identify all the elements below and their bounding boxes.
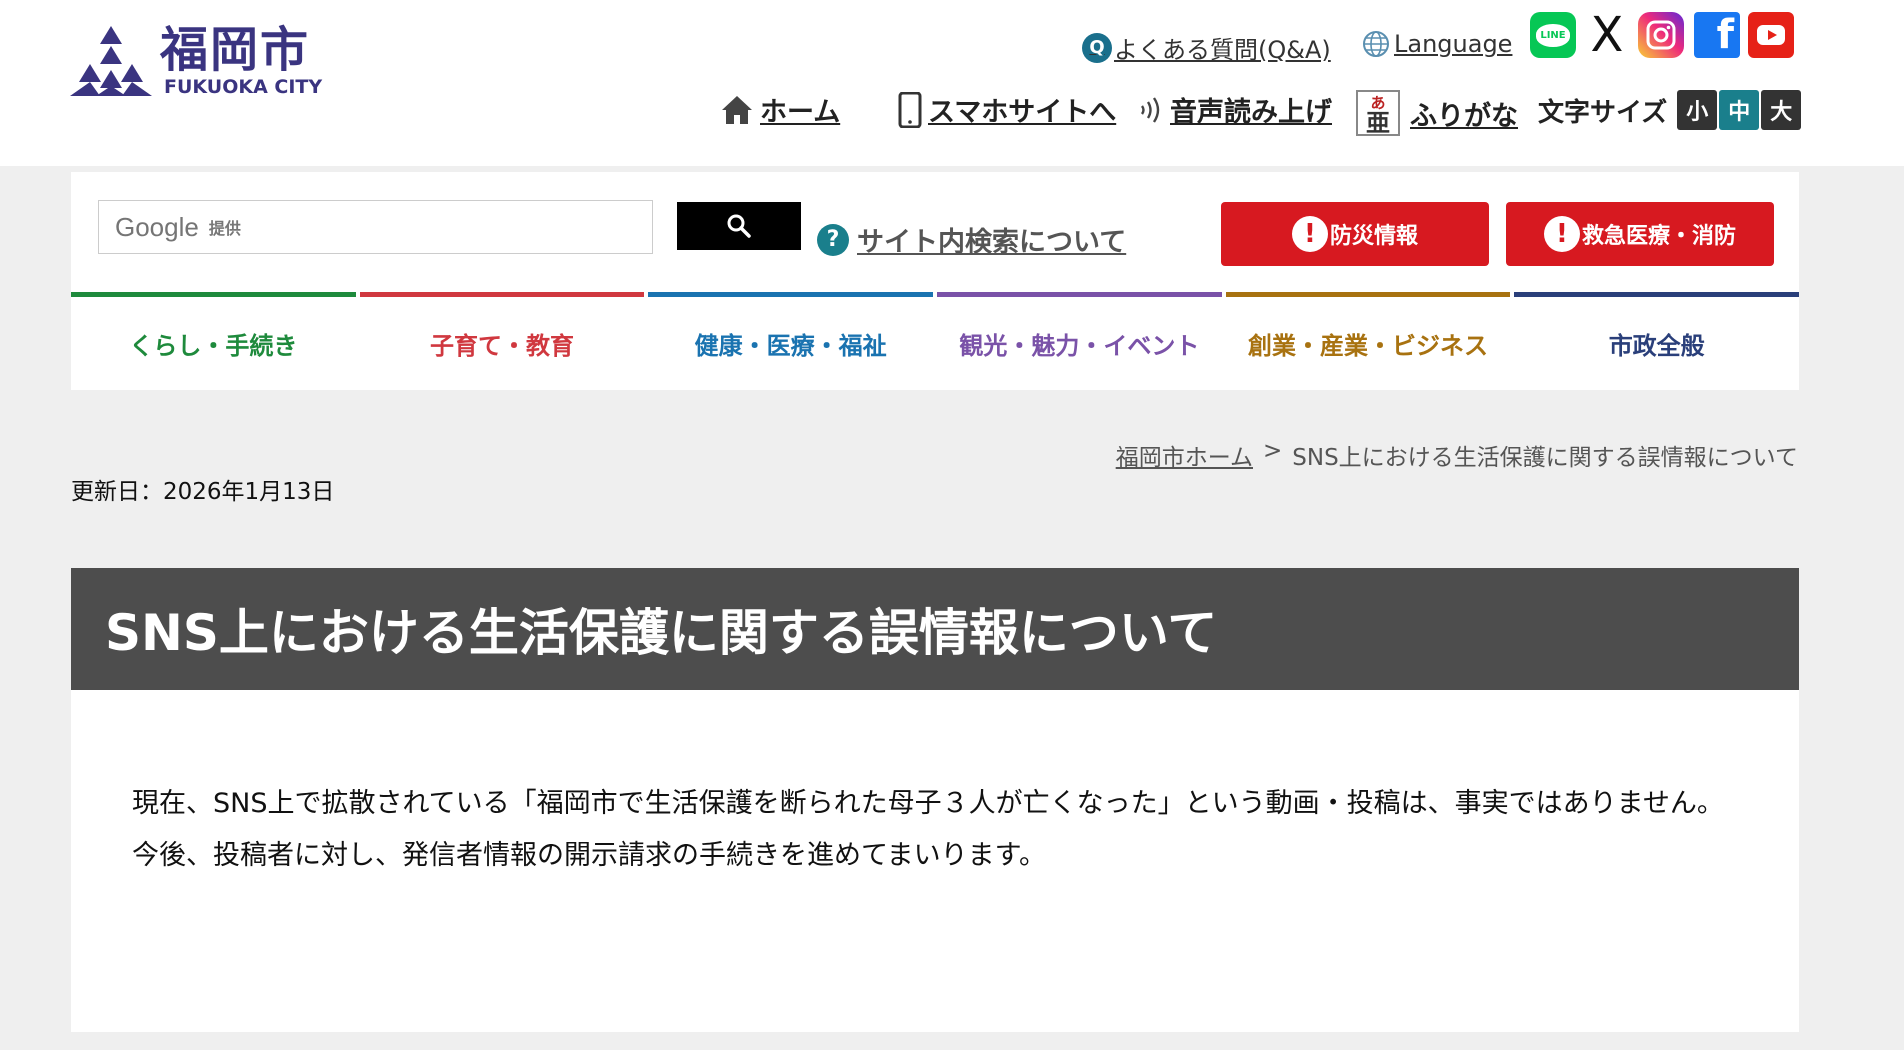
qa-icon: Q	[1082, 32, 1112, 63]
gnav-item-living[interactable]: くらし・手続き	[71, 292, 356, 390]
search-help-link[interactable]: ? サイト内検索について	[817, 220, 1126, 259]
breadcrumb: 福岡市ホーム > SNS上における生活保護に関する誤情報について	[1116, 438, 1798, 472]
mobile-site-label: スマホサイトへ	[928, 97, 1117, 128]
gnav-label: 観光・魅力・イベント	[959, 332, 1200, 360]
facebook-glyph: f	[1716, 12, 1734, 58]
disaster-info-button[interactable]: ! 防災情報	[1221, 202, 1489, 266]
page-title: SNS上における生活保護に関する誤情報について	[105, 604, 1218, 662]
site-header: 福岡市 FUKUOKA CITY Q よくある質問(Q&A) Language …	[0, 0, 1904, 166]
globe-icon	[1363, 31, 1389, 57]
provided-label: 提供	[208, 219, 241, 238]
voice-reading-label: 音声読み上げ	[1170, 97, 1332, 128]
gnav-label: 健康・医療・福祉	[694, 332, 887, 360]
breadcrumb-separator: >	[1263, 438, 1283, 464]
article-body: 現在、SNS上で拡散されている「福岡市で生活保護を断られた母子３人が亡くなった」…	[71, 690, 1799, 1032]
disaster-info-label: 防災情報	[1329, 224, 1418, 249]
google-label: Google	[115, 211, 199, 242]
gnav-item-childcare[interactable]: 子育て・教育	[359, 292, 645, 390]
emergency-medical-label: 救急医療・消防	[1581, 224, 1736, 249]
page-title-bar: SNS上における生活保護に関する誤情報について	[71, 568, 1799, 690]
search-icon	[727, 214, 751, 238]
gnav-item-business[interactable]: 創業・産業・ビジネス	[1225, 292, 1511, 390]
furigana-icon-kanji: 亜	[1366, 109, 1390, 137]
gnav-item-health[interactable]: 健康・医療・福祉	[648, 292, 934, 390]
home-label: ホーム	[760, 97, 841, 128]
article-paragraph: 今後、投稿者に対し、発信者情報の開示請求の手続きを進めてまいります。	[105, 840, 1046, 871]
gnav-label: 創業・産業・ビジネス	[1248, 332, 1489, 360]
logo-english: FUKUOKA CITY	[164, 76, 323, 98]
font-size-small-button[interactable]: 小	[1677, 90, 1718, 130]
logo-text: 福岡市 FUKUOKA CITY	[160, 24, 322, 98]
furigana-link[interactable]: あ 亜 ふりがな	[1356, 90, 1518, 136]
x-glyph: X	[1590, 7, 1624, 63]
faq-link[interactable]: Q よくある質問(Q&A)	[1082, 30, 1331, 65]
breadcrumb-current: SNS上における生活保護に関する誤情報について	[1292, 445, 1798, 471]
language-label: Language	[1394, 30, 1513, 58]
gnav-label: くらし・手続き	[129, 332, 298, 360]
search-input[interactable]: Google 提供	[98, 200, 653, 254]
language-link[interactable]: Language	[1362, 30, 1512, 58]
youtube-icon[interactable]	[1748, 12, 1794, 58]
global-nav: くらし・手続き 子育て・教育 健康・医療・福祉 観光・魅力・イベント 創業・産業…	[71, 292, 1800, 390]
smartphone-icon	[898, 91, 922, 128]
search-panel: Google 提供 ? サイト内検索について ! 防災情報 ! 救急医療・消防 …	[71, 172, 1800, 390]
gnav-item-tourism[interactable]: 観光・魅力・イベント	[937, 292, 1222, 390]
emergency-medical-button[interactable]: ! 救急医療・消防	[1506, 202, 1774, 266]
font-size-switcher: 文字サイズ 小 中 大	[1538, 90, 1802, 130]
line-label: LINE	[1536, 23, 1570, 47]
youtube-glyph	[1757, 25, 1785, 45]
search-help-label: サイト内検索について	[857, 227, 1127, 258]
line-icon[interactable]: LINE	[1530, 12, 1576, 58]
gnav-label: 市政全般	[1608, 332, 1705, 360]
article-paragraph: 現在、SNS上で拡散されている「福岡市で生活保護を断られた母子３人が亡くなった」…	[105, 788, 1724, 819]
home-icon	[722, 95, 752, 124]
furigana-icon: あ 亜	[1356, 90, 1400, 136]
city-emblem-icon	[70, 26, 152, 96]
gnav-item-city-admin[interactable]: 市政全般	[1514, 292, 1800, 390]
sound-wave-icon	[1141, 96, 1160, 123]
furigana-label: ふりがな	[1410, 100, 1518, 132]
alert-icon: !	[1291, 216, 1328, 252]
faq-label: よくある質問(Q&A)	[1114, 36, 1331, 64]
home-link[interactable]: ホーム	[720, 90, 840, 129]
gnav-label: 子育て・教育	[430, 332, 574, 360]
logo-name: 福岡市	[160, 22, 311, 78]
updated-date: 更新日：2026年1月13日	[71, 479, 335, 505]
alert-icon: !	[1543, 216, 1580, 252]
help-icon: ?	[817, 223, 849, 256]
facebook-icon[interactable]: f	[1694, 12, 1740, 58]
x-icon[interactable]: X	[1584, 7, 1630, 63]
voice-reading-link[interactable]: 音声読み上げ	[1138, 90, 1332, 129]
font-size-medium-button[interactable]: 中	[1719, 90, 1760, 130]
search-button[interactable]	[677, 202, 801, 250]
font-size-large-button[interactable]: 大	[1761, 90, 1802, 130]
instagram-icon[interactable]	[1638, 12, 1684, 58]
mobile-site-link[interactable]: スマホサイトへ	[898, 90, 1116, 129]
instagram-glyph	[1646, 20, 1676, 50]
breadcrumb-home-link[interactable]: 福岡市ホーム	[1116, 438, 1253, 472]
font-size-label: 文字サイズ	[1538, 97, 1668, 128]
fukuoka-city-logo[interactable]: 福岡市 FUKUOKA CITY	[70, 24, 322, 98]
